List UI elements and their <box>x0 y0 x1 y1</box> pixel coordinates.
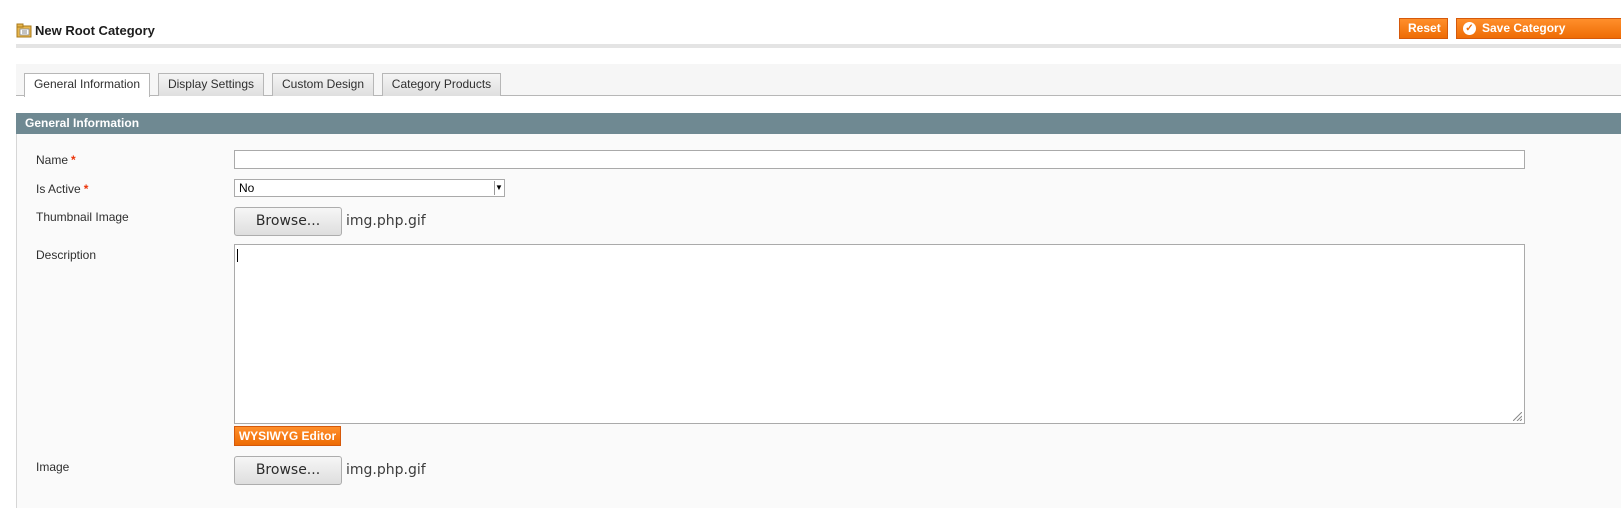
page-header: New Root Category Reset ✓ Save Category <box>16 16 1621 48</box>
resize-handle-icon[interactable] <box>1513 412 1522 421</box>
save-category-button[interactable]: ✓ Save Category <box>1456 18 1621 39</box>
reset-button[interactable]: Reset <box>1399 18 1448 39</box>
name-label-text: Name <box>36 153 69 167</box>
is-active-label: Is Active * <box>36 182 88 196</box>
folder-icon <box>16 23 32 38</box>
is-active-label-text: Is Active <box>36 182 81 196</box>
required-marker: * <box>83 182 89 196</box>
image-label: Image <box>36 460 70 474</box>
chevron-down-icon: ▼ <box>494 181 503 195</box>
tab-category-products[interactable]: Category Products <box>382 73 501 96</box>
is-active-select[interactable]: No ▼ <box>234 179 505 197</box>
page-title: New Root Category <box>35 23 155 38</box>
tab-display-settings[interactable]: Display Settings <box>158 73 264 96</box>
required-marker: * <box>71 153 76 167</box>
description-label: Description <box>36 248 97 262</box>
tab-custom-design[interactable]: Custom Design <box>272 73 374 96</box>
name-label: Name * <box>36 153 76 167</box>
name-field[interactable] <box>234 150 1525 169</box>
is-active-value: No <box>239 181 255 195</box>
wysiwyg-editor-button[interactable]: WYSIWYG Editor <box>234 426 341 446</box>
thumbnail-image-label: Thumbnail Image <box>36 210 129 224</box>
save-category-label: Save Category <box>1482 21 1566 35</box>
text-caret <box>237 249 238 262</box>
tab-general-information[interactable]: General Information <box>24 73 150 97</box>
tab-bar: General Information Display Settings Cus… <box>16 64 1621 97</box>
check-circle-icon: ✓ <box>1463 22 1476 35</box>
section-header: General Information <box>16 113 1621 134</box>
description-textarea[interactable] <box>234 244 1525 424</box>
thumbnail-filename: img.php.gif <box>346 213 426 229</box>
image-browse-button[interactable]: Browse... <box>234 456 342 485</box>
image-filename: img.php.gif <box>346 462 426 478</box>
thumbnail-browse-button[interactable]: Browse... <box>234 207 342 236</box>
